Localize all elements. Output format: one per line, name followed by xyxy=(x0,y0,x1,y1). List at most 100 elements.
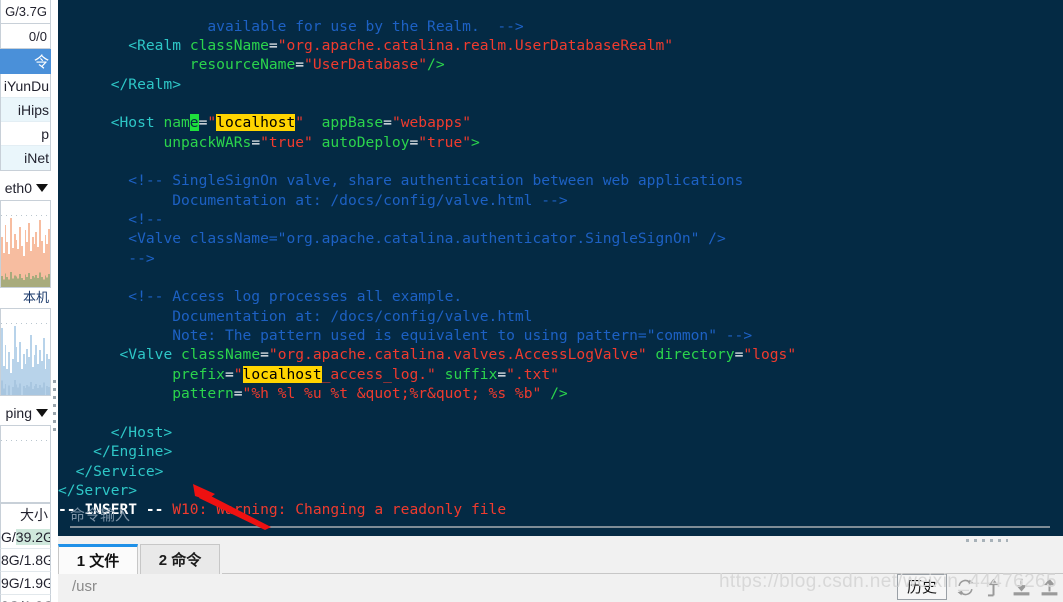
table-row: 9G/1.9G xyxy=(0,572,51,595)
code-token: <!-- SingleSignOn valve, share authentic… xyxy=(128,172,744,190)
vertical-splitter[interactable] xyxy=(51,0,58,538)
list-item[interactable]: iHips xyxy=(1,98,50,122)
local-traffic-chart xyxy=(0,308,51,396)
tab-commands[interactable]: 2 命令 xyxy=(140,544,220,574)
code-token: "UserDatabase" xyxy=(304,56,428,74)
upload-arrow-icon[interactable] xyxy=(984,577,1003,598)
code-token: available for use by the Realm. --> xyxy=(207,17,524,35)
code-token: </Engine> xyxy=(93,443,173,461)
code-token: <Valve xyxy=(119,346,182,364)
list-item[interactable]: iYunDu xyxy=(1,74,50,98)
code-token: = xyxy=(268,36,278,54)
code-token: /> xyxy=(550,385,568,403)
swap-meter-row: 0/0 xyxy=(0,24,51,49)
code-token: "org.apache.catalina.realm.UserDatabaseR… xyxy=(277,36,674,54)
code-token: = xyxy=(224,365,234,383)
code-token: /> xyxy=(427,56,445,74)
process-list[interactable]: iYunDu iHips p iNet xyxy=(0,74,51,171)
code-line: resourceName="UserDatabase"/> xyxy=(58,55,1063,74)
code-token: = xyxy=(295,56,305,74)
code-line: <!-- Access log processes all example. xyxy=(58,287,1063,306)
code-line: unpackWARs="true" autoDeploy="true"> xyxy=(58,133,1063,152)
code-token: directory xyxy=(655,346,735,364)
horizontal-splitter[interactable] xyxy=(58,536,1063,544)
swap-meter-value: 0/0 xyxy=(28,28,47,44)
code-line: --> xyxy=(58,249,1063,268)
chevron-down-icon[interactable] xyxy=(36,184,48,192)
history-button[interactable]: 历史 xyxy=(896,574,947,600)
code-token: > xyxy=(471,133,480,151)
splitter-grip-icon[interactable] xyxy=(966,539,1008,542)
code-line: Documentation at: /docs/config/valve.htm… xyxy=(58,307,1063,326)
list-item[interactable]: p xyxy=(1,122,50,146)
code-token: className xyxy=(189,36,269,54)
code-line: <!-- SingleSignOn valve, share authentic… xyxy=(58,171,1063,190)
splitter-grip-icon[interactable] xyxy=(53,380,56,436)
net-chart-caption: 本机 xyxy=(22,290,49,305)
command-input[interactable]: 命令输入 xyxy=(70,502,1050,528)
code-token: localhost xyxy=(242,365,322,383)
code-token: " xyxy=(295,114,305,132)
tab-bar-filler xyxy=(222,544,1063,574)
disk-table: G/39.2G 8G/1.8G 9G/1.9G 8G/1.8G xyxy=(0,526,51,602)
download-to-tray-icon[interactable] xyxy=(1012,577,1031,598)
ping-chart xyxy=(0,425,51,503)
highlighted-value: 39.2G xyxy=(15,529,50,545)
chart-bar xyxy=(48,358,50,395)
code-token: = xyxy=(233,385,243,403)
code-token: <Host xyxy=(110,114,164,132)
chevron-down-icon[interactable] xyxy=(36,409,48,417)
code-token: autoDeploy xyxy=(321,133,410,151)
code-line: </Realm> xyxy=(58,75,1063,94)
code-line: <!-- xyxy=(58,210,1063,229)
upload-from-tray-icon[interactable] xyxy=(1040,577,1059,598)
list-item[interactable]: iNet xyxy=(1,146,50,170)
code-token: prefix xyxy=(172,365,225,383)
ping-selector[interactable]: ping xyxy=(0,401,51,425)
refresh-icon[interactable] xyxy=(956,577,975,598)
code-token: " xyxy=(233,365,243,383)
code-line: prefix="localhost_access_log." suffix=".… xyxy=(58,365,1063,384)
tab-commands-label: 2 命令 xyxy=(158,552,202,569)
network-interface-selector[interactable]: eth0 xyxy=(0,176,51,200)
code-token: </Realm> xyxy=(110,75,182,93)
terminal-pane[interactable]: available for use by the Realm. --> <Rea… xyxy=(58,0,1063,536)
table-row: 8G/1.8G xyxy=(0,549,51,572)
status-sidebar: G/3.7G 0/0 令 iYunDu iHips p iNet eth0 本机 xyxy=(0,0,51,602)
network-traffic-chart xyxy=(0,200,51,288)
code-token: e xyxy=(189,114,199,132)
code-line: <Realm className="org.apache.catalina.re… xyxy=(58,36,1063,55)
code-token: "%h %l %u %t &quot;%r&quot; %s %b" xyxy=(242,385,542,403)
chart-bars xyxy=(1,309,50,395)
code-line: Documentation at: /docs/config/valve.htm… xyxy=(58,191,1063,210)
code-token: "true" xyxy=(260,133,313,151)
code-token: Note: The pattern used is equivalent to … xyxy=(172,327,753,345)
vim-editor-content[interactable]: available for use by the Realm. --> <Rea… xyxy=(58,15,1063,520)
code-token: = xyxy=(383,114,392,132)
code-token: " xyxy=(207,114,217,132)
chart-bars xyxy=(1,201,50,287)
code-token: </Server> xyxy=(58,481,138,499)
code-token: </Host> xyxy=(110,423,173,441)
chart-bar xyxy=(48,228,50,287)
code-token: = xyxy=(497,365,507,383)
code-line: </Host> xyxy=(58,423,1063,442)
process-list-header: 令 xyxy=(0,49,51,74)
tab-files[interactable]: 1 文件 xyxy=(58,544,138,574)
code-token: resourceName xyxy=(189,56,296,74)
